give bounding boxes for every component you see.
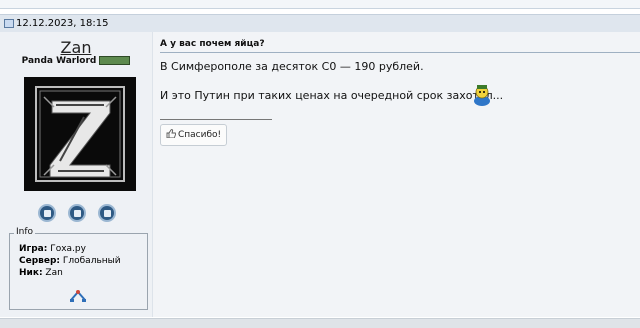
signature-divider	[160, 119, 272, 120]
profile-icon[interactable]	[68, 204, 86, 222]
posts-icon[interactable]	[98, 204, 116, 222]
avatar-image	[24, 77, 136, 191]
info-nick: Ник: Zan	[19, 268, 63, 278]
game-badge-icon	[70, 290, 86, 302]
user-info-box: Info Игра: Гоха.ру Сервер: Глобальный Ни…	[9, 227, 148, 310]
avatar[interactable]	[24, 77, 136, 191]
post-content: А у вас почем яйца? В Симферополе за дес…	[153, 32, 640, 317]
author-sidebar: Zan Panda Warlord Info Игра: Гоха.ру Сер…	[0, 32, 153, 317]
post-subject: А у вас почем яйца?	[160, 39, 265, 49]
info-game: Игра: Гоха.ру	[19, 244, 86, 254]
user-title-text: Panda Warlord	[21, 56, 97, 66]
message-icon[interactable]	[38, 204, 56, 222]
user-title: Panda Warlord	[0, 56, 152, 66]
rank-badge-icon	[99, 56, 131, 65]
username-link[interactable]: Zan	[0, 38, 152, 57]
thumbs-up-icon	[166, 129, 176, 138]
post-text-line-1: В Симферополе за десяток С0 — 190 рублей…	[160, 60, 424, 73]
info-legend: Info	[14, 227, 36, 237]
post-icon	[4, 19, 14, 28]
author-actions	[38, 204, 118, 226]
subject-divider	[160, 52, 640, 53]
thanks-button[interactable]: Спасибо!	[160, 124, 228, 146]
smiley-icon	[474, 85, 490, 106]
post-header: 12.12.2023, 18:15	[0, 14, 640, 33]
info-server: Сервер: Глобальный	[19, 256, 121, 266]
post-text-line-2: И это Путин при таких ценах на очередной…	[160, 89, 504, 102]
top-strip	[0, 0, 640, 9]
thanks-label: Спасибо!	[178, 130, 222, 140]
post-datetime: 12.12.2023, 18:15	[16, 18, 109, 29]
